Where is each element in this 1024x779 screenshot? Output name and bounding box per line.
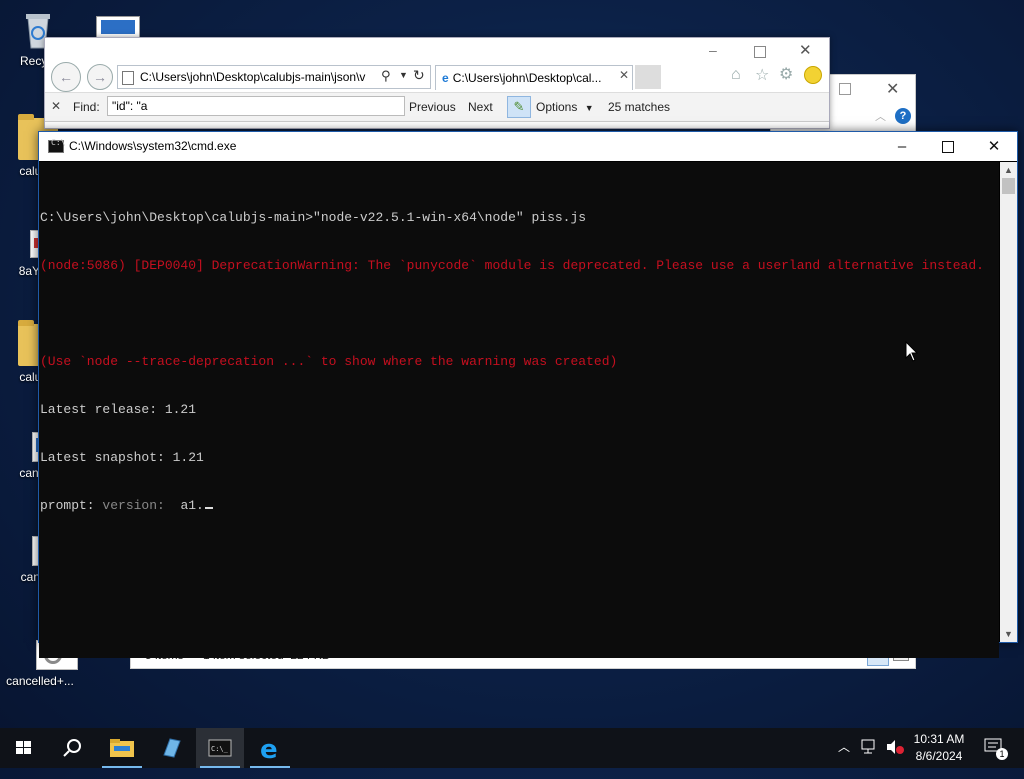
chevron-down-icon: ▼ xyxy=(584,103,594,113)
back-button[interactable]: ← xyxy=(51,62,81,92)
prompt-field: version: xyxy=(102,498,165,513)
server-manager-icon xyxy=(163,738,181,758)
close-icon[interactable]: ✕ xyxy=(971,132,1017,161)
svg-text:e: e xyxy=(260,735,278,765)
cmd-titlebar[interactable]: C:\ C:\Windows\system32\cmd.exe – ✕ xyxy=(39,132,1017,161)
terminal-prompt-line: prompt: version: a1. xyxy=(39,498,999,514)
svg-text:C:\_: C:\_ xyxy=(211,745,229,753)
gear-icon[interactable]: ⚙ xyxy=(779,64,793,84)
prompt-label: prompt: xyxy=(40,498,95,513)
close-icon[interactable]: ✕ xyxy=(799,41,812,59)
match-count: 25 matches xyxy=(608,100,671,114)
dropdown-arrow-icon[interactable]: ▼ xyxy=(399,70,408,80)
find-label: Find: xyxy=(73,100,100,114)
find-next-button[interactable]: Next xyxy=(468,100,493,114)
find-bar: ✕ Find: Previous Next ✎ Options ▼ 25 mat… xyxy=(45,92,829,122)
cmd-window: C:\ C:\Windows\system32\cmd.exe – ✕ C:\U… xyxy=(38,131,1018,658)
folder-icon xyxy=(110,739,134,757)
scrollbar-thumb[interactable] xyxy=(1002,178,1015,194)
maximize-icon[interactable] xyxy=(839,83,851,95)
cmd-icon: C:\ xyxy=(48,138,65,153)
mouse-pointer-icon xyxy=(905,340,919,366)
chevron-up-icon[interactable]: ︿ xyxy=(838,738,850,778)
search-button[interactable] xyxy=(48,728,96,768)
scroll-down-icon[interactable]: ▼ xyxy=(1000,626,1017,642)
address-text: C:\Users\john\Desktop\calubjs-main\json\… xyxy=(140,70,366,84)
taskbar-cmd[interactable]: C:\_ xyxy=(196,728,244,768)
smiley-feedback-icon[interactable] xyxy=(804,66,822,84)
notification-center-button[interactable]: 1 xyxy=(984,738,1008,778)
taskbar-file-explorer[interactable] xyxy=(98,728,146,768)
terminal-line-warning: (node:5086) [DEP0040] DeprecationWarning… xyxy=(40,258,984,273)
ie-icon: e xyxy=(442,71,449,85)
maximize-icon[interactable] xyxy=(925,132,971,161)
tab-close-icon[interactable]: ✕ xyxy=(619,68,629,82)
refresh-icon[interactable]: ↻ xyxy=(413,67,425,84)
volume-muted-icon[interactable] xyxy=(885,739,905,779)
help-icon[interactable]: ? xyxy=(895,108,911,124)
internet-explorer-icon: e xyxy=(260,735,278,765)
search-icon[interactable]: ⚲ xyxy=(381,68,391,84)
page-icon xyxy=(122,70,134,85)
start-button[interactable] xyxy=(0,728,48,768)
close-icon[interactable]: ✕ xyxy=(886,79,899,99)
new-tab-button[interactable] xyxy=(635,65,661,89)
pencil-icon: ✎ xyxy=(513,99,525,114)
clock-time: 10:31 AM xyxy=(913,732,965,746)
taskbar: C:\_ e ︿ 10:31 AM 8/6/2024 1 xyxy=(0,728,1024,768)
window-app-icon xyxy=(101,20,135,34)
find-close-icon[interactable]: ✕ xyxy=(51,99,61,113)
minimize-icon[interactable]: – xyxy=(879,132,925,161)
find-options-button[interactable]: Options ▼ xyxy=(536,100,594,114)
scroll-up-icon[interactable]: ▲ xyxy=(1000,162,1017,178)
options-label: Options xyxy=(536,100,578,114)
find-input[interactable] xyxy=(107,96,405,116)
vertical-scrollbar[interactable]: ▲ ▼ xyxy=(1000,162,1017,642)
chevron-up-icon[interactable]: ︿ xyxy=(875,108,886,124)
forward-button[interactable]: → xyxy=(87,64,113,90)
search-icon xyxy=(63,739,81,757)
find-previous-button[interactable]: Previous xyxy=(409,100,456,114)
text-cursor xyxy=(204,507,213,509)
clock-date: 8/6/2024 xyxy=(915,749,963,763)
maximize-icon[interactable] xyxy=(754,46,766,58)
clock[interactable]: 10:31 AM 8/6/2024 xyxy=(904,731,974,771)
terminal-line-warning: (Use `node --trace-deprecation ...` to s… xyxy=(40,354,618,369)
taskbar-internet-explorer[interactable]: e xyxy=(246,728,294,768)
notification-count-badge: 1 xyxy=(996,748,1008,760)
taskbar-app[interactable] xyxy=(148,728,196,768)
favorites-star-icon[interactable]: ☆ xyxy=(755,65,769,85)
cmd-icon: C:\_ xyxy=(208,739,232,757)
tab-title: C:\Users\john\Desktop\cal... xyxy=(452,71,602,85)
cmd-title: C:\Windows\system32\cmd.exe xyxy=(69,139,237,153)
prompt-input[interactable]: a1. xyxy=(180,498,203,513)
browser-window: – ✕ ← → C:\Users\john\Desktop\calubjs-ma… xyxy=(44,37,830,129)
terminal-line: C:\Users\john\Desktop\calubjs-main>"node… xyxy=(40,210,587,225)
minimize-icon[interactable]: – xyxy=(709,42,717,58)
terminal-output[interactable]: C:\Users\john\Desktop\calubjs-main>"node… xyxy=(39,162,999,658)
tab-active[interactable]: e C:\Users\john\Desktop\cal... xyxy=(435,65,633,90)
terminal-line: Latest release: 1.21 xyxy=(40,402,197,417)
terminal-line: Latest snapshot: 1.21 xyxy=(40,450,204,465)
highlight-matches-button[interactable]: ✎ xyxy=(507,96,531,118)
home-icon[interactable]: ⌂ xyxy=(731,66,741,84)
windows-logo-icon xyxy=(16,741,31,754)
network-icon[interactable] xyxy=(861,739,879,779)
